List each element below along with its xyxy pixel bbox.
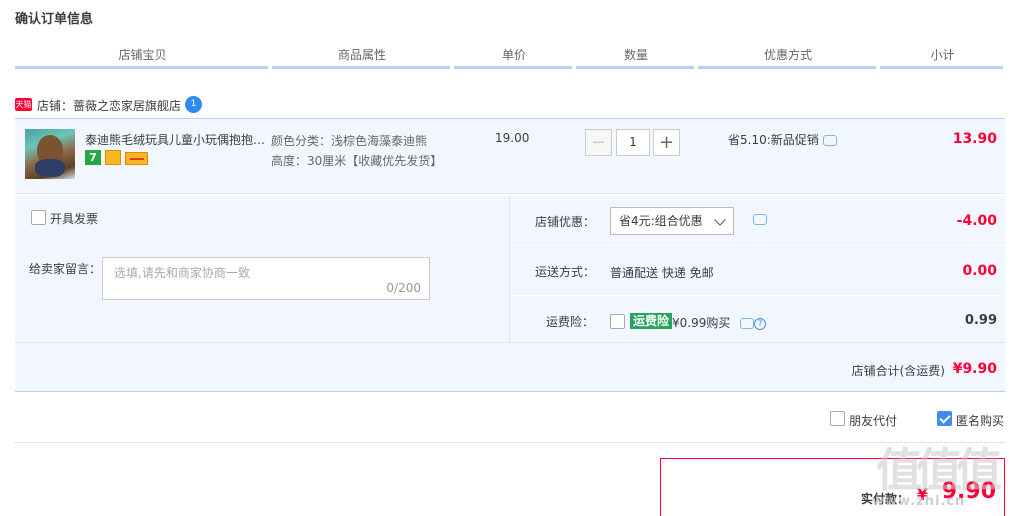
property-color: 颜色分类：浅棕色海藻泰迪熊	[271, 134, 428, 148]
shipping-insurance-row: 运费险： 运费险 ¥0.99购买 ? 0.99	[511, 296, 1005, 342]
invoice-checkbox[interactable]	[31, 210, 46, 225]
divider	[15, 442, 1005, 443]
shop-discount-value: -4.00	[956, 213, 997, 229]
anonymous-purchase-checkbox[interactable]	[937, 411, 952, 426]
column-header-item: 店铺宝贝	[15, 46, 270, 69]
comment-icon[interactable]	[753, 214, 767, 225]
payment-amount: 9.90	[941, 479, 996, 504]
wangwang-chat-icon[interactable]: 1	[185, 96, 202, 113]
shop-total-row: 店铺合计(含运费) ¥9.90	[15, 342, 1005, 392]
shop-discount-selected: 省4元:组合优惠	[619, 214, 703, 228]
comment-icon[interactable]	[822, 135, 837, 146]
shipping-label: 运送方式：	[535, 265, 596, 279]
shop-name-link[interactable]: 店铺：蔷薇之恋家居旗舰店	[37, 97, 181, 114]
insurance-price-text: ¥0.99购买	[672, 316, 731, 330]
property-height: 高度：30厘米【收藏优先发货】	[271, 154, 443, 168]
shipping-row: 运送方式： 普通配送 快递 免邮 0.00	[511, 246, 1005, 296]
buyer-options: 开具发票 给卖家留言： 选填,请先和商家协商一致 0/200	[15, 196, 510, 342]
shop-discount-row: 店铺优惠： 省4元:组合优惠 -4.00	[511, 196, 1005, 246]
column-headers: 店铺宝贝 商品属性 单价 数量 优惠方式 小计	[15, 46, 1005, 69]
column-header-label: 优惠方式	[763, 48, 812, 62]
shop-total-value: ¥9.90	[952, 361, 997, 377]
quantity-input[interactable]: 1	[616, 129, 650, 156]
message-placeholder: 选填,请先和商家协商一致	[114, 266, 250, 280]
message-label: 给卖家留言：	[29, 262, 102, 276]
item-subtotal: 13.90	[952, 131, 997, 147]
quantity-decrease-button[interactable]: −	[585, 129, 612, 156]
promotion-info: 省5.10:新品促销	[728, 131, 837, 148]
credit-card-icon[interactable]	[125, 152, 148, 165]
column-header-label: 数量	[623, 48, 648, 62]
column-header-label: 商品属性	[337, 48, 386, 62]
insurance-tag: 运费险	[630, 313, 673, 329]
column-header-promo: 优惠方式	[698, 46, 878, 69]
chevron-down-icon	[714, 214, 726, 226]
shop-total-label: 店铺合计(含运费)	[851, 364, 945, 378]
order-item-row: 泰迪熊毛绒玩具儿童小玩偶抱抱… 7 颜色分类：浅棕色海藻泰迪熊 高度：30厘米【…	[15, 118, 1005, 194]
page-title: 确认订单信息	[15, 12, 94, 27]
payment-summary-box: 实付款： ¥ 9.90	[660, 458, 1005, 516]
column-header-label: 小计	[930, 48, 955, 62]
column-header-subtotal: 小计	[880, 46, 1005, 69]
insurance-price: ¥0.99购买 ?	[672, 314, 767, 331]
invoice-label: 开具发票	[50, 212, 99, 226]
friend-pay-label: 朋友代付	[849, 414, 898, 428]
comment-icon[interactable]	[740, 318, 755, 329]
quantity-increase-button[interactable]: +	[653, 129, 680, 156]
promotion-label: 省5.10:新品促销	[728, 133, 819, 147]
column-header-price: 单价	[454, 46, 574, 69]
product-properties: 颜色分类：浅棕色海藻泰迪熊 高度：30厘米【收藏优先发货】	[271, 131, 442, 171]
shipping-method: 普通配送 快递 免邮	[610, 266, 714, 280]
seven-day-return-icon[interactable]: 7	[85, 150, 101, 165]
message-counter: 0/200	[386, 281, 421, 295]
column-header-label: 店铺宝贝	[118, 48, 167, 62]
shipping-fee: 0.00	[962, 263, 997, 279]
insurance-label: 运费险：	[546, 315, 595, 329]
shop-discount-select[interactable]: 省4元:组合优惠	[610, 207, 734, 235]
tmall-icon: 天猫	[15, 98, 32, 111]
payment-protection-icon[interactable]	[105, 150, 121, 165]
shop-discount-label: 店铺优惠：	[535, 215, 596, 229]
column-header-quantity: 数量	[576, 46, 696, 69]
friend-pay-checkbox[interactable]	[830, 411, 845, 426]
payment-options: 朋友代付 匿名购买	[830, 410, 1010, 430]
unit-price: 19.00	[495, 131, 530, 145]
teddy-bear-body	[35, 159, 65, 177]
insurance-value: 0.99	[964, 313, 997, 328]
column-header-label: 单价	[501, 48, 526, 62]
product-name-link[interactable]: 泰迪熊毛绒玩具儿童小玩偶抱抱…	[85, 131, 265, 148]
product-thumbnail[interactable]	[25, 129, 75, 179]
anonymous-purchase-label: 匿名购买	[956, 414, 1005, 428]
order-options-panel: 开具发票 给卖家留言： 选填,请先和商家协商一致 0/200 店铺优惠： 省4元…	[15, 196, 1005, 392]
seller-message-textarea[interactable]: 选填,请先和商家协商一致 0/200	[102, 257, 430, 300]
insurance-checkbox[interactable]	[610, 314, 625, 329]
column-header-props: 商品属性	[272, 46, 452, 69]
payment-currency: ¥	[916, 485, 928, 504]
payment-label: 实付款：	[860, 492, 909, 506]
help-icon[interactable]: ?	[754, 317, 767, 330]
